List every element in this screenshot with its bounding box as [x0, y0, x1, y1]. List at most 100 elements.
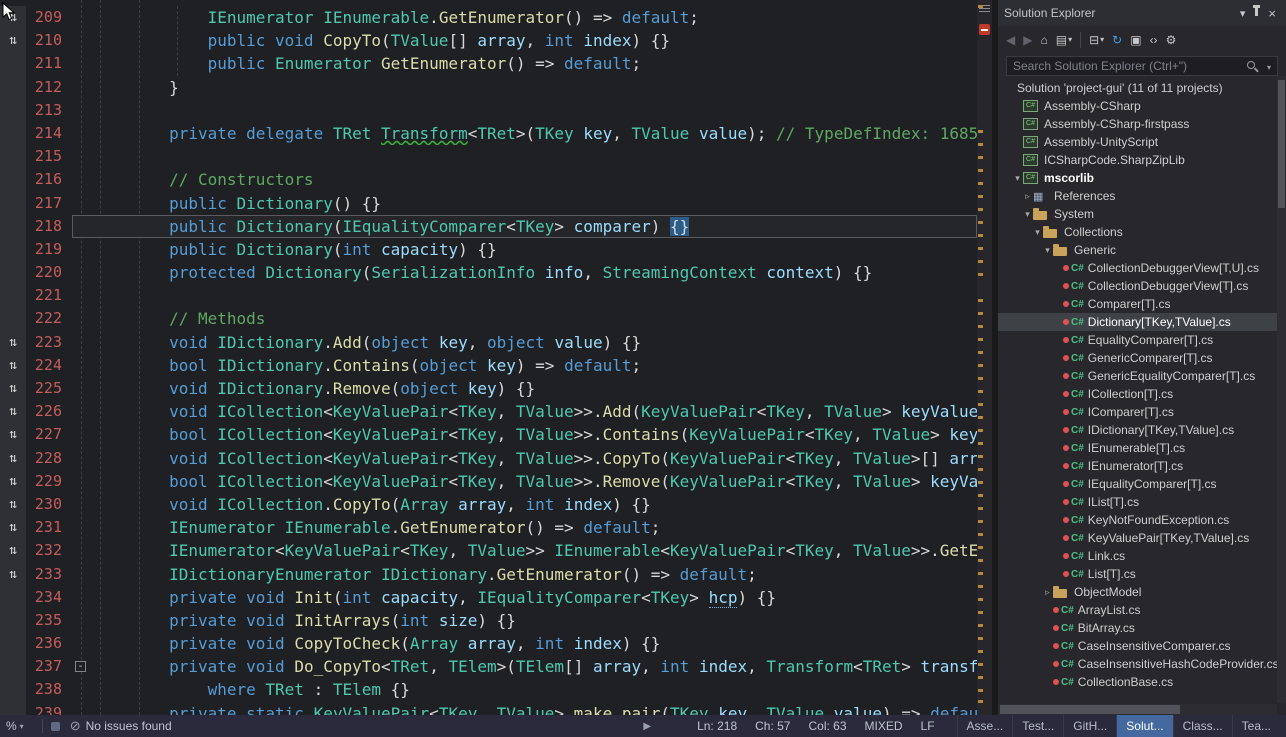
eol-indicator[interactable]: LF: [921, 719, 935, 733]
status-tab-tea[interactable]: Tea...: [1232, 715, 1280, 737]
status-tab-test[interactable]: Test...: [1012, 715, 1063, 737]
play-icon[interactable]: ▶: [643, 721, 651, 732]
tree-item-collectiondebuggerview-t-cs[interactable]: C#CollectionDebuggerView[T].cs: [998, 277, 1277, 295]
pin-button[interactable]: [1249, 7, 1264, 19]
scrollbar-thumb[interactable]: [1000, 705, 1180, 714]
close-icon[interactable]: ×: [1264, 6, 1280, 21]
chevron-collapsed-icon[interactable]: ▹: [1042, 587, 1053, 598]
code-line[interactable]: 217 public Dictionary() {}: [0, 192, 977, 215]
tree-item-ienumerable-t-cs[interactable]: C#IEnumerable[T].cs: [998, 439, 1277, 457]
code-lines[interactable]: ⇅209 IEnumerator IEnumerable.GetEnumerat…: [0, 6, 977, 715]
implements-icon[interactable]: ⇅: [0, 331, 26, 354]
tree-item-ienumerator-t-cs[interactable]: C#IEnumerator[T].cs: [998, 457, 1277, 475]
tree-item-assembly-unityscript[interactable]: C#Assembly-UnityScript: [998, 133, 1277, 151]
status-tab-class[interactable]: Class...: [1173, 715, 1232, 737]
implements-icon[interactable]: ⇅: [0, 539, 26, 562]
chevron-expanded-icon[interactable]: ▾: [1042, 245, 1053, 256]
code-line[interactable]: 213: [0, 99, 977, 122]
chevron-expanded-icon[interactable]: ▾: [1022, 209, 1033, 220]
tree-item-assembly-csharp[interactable]: C#Assembly-CSharp: [998, 97, 1277, 115]
tree-item-dictionary-tkey-tvalue-cs[interactable]: C#Dictionary[TKey,TValue].cs: [998, 313, 1277, 331]
implements-icon[interactable]: ⇅: [0, 354, 26, 377]
status-tab-gith[interactable]: GitH...: [1063, 715, 1116, 737]
code-line[interactable]: 219 public Dictionary(int capacity) {}: [0, 238, 977, 261]
implements-icon[interactable]: ⇅: [0, 493, 26, 516]
code-line[interactable]: ⇅209 IEnumerator IEnumerable.GetEnumerat…: [0, 6, 977, 29]
editor-vertical-scrollbar[interactable]: [977, 0, 992, 715]
show-all-files-button[interactable]: ▣: [1126, 31, 1145, 49]
implements-icon[interactable]: ⇅: [0, 447, 26, 470]
code-line[interactable]: 214 private delegate TRet Transform<TRet…: [0, 122, 977, 145]
code-line[interactable]: 215: [0, 145, 977, 168]
build-status-icon[interactable]: [51, 722, 60, 731]
tree-item-genericcomparer-t-cs[interactable]: C#GenericComparer[T].cs: [998, 349, 1277, 367]
tree-item-keyvaluepair-tkey-tvalue-cs[interactable]: C#KeyValuePair[TKey,TValue].cs: [998, 529, 1277, 547]
chevron-down-icon[interactable]: ▾: [1267, 63, 1271, 72]
tree-item-icsharpcode-sharpziplib[interactable]: C#ICSharpCode.SharpZipLib: [998, 151, 1277, 169]
tree-item-collections[interactable]: ▾Collections: [998, 223, 1277, 241]
code-line[interactable]: ⇅227 bool ICollection<KeyValuePair<TKey,…: [0, 423, 977, 446]
implements-icon[interactable]: ⇅: [0, 516, 26, 539]
code-line[interactable]: 238 where TRet : TElem {}: [0, 678, 977, 701]
code-line[interactable]: 237- private void Do_CopyTo<TRet, TElem>…: [0, 655, 977, 678]
zoom-control[interactable]: % ▾: [6, 719, 24, 733]
code-line[interactable]: 212 }: [0, 76, 977, 99]
implements-icon[interactable]: ⇅: [0, 400, 26, 423]
chevron-collapsed-icon[interactable]: ▹: [1022, 191, 1033, 202]
encoding-indicator[interactable]: MIXED: [865, 719, 903, 733]
code-line[interactable]: 216 // Constructors: [0, 168, 977, 191]
tree-item-idictionary-tkey-tvalue-cs[interactable]: C#IDictionary[TKey,TValue].cs: [998, 421, 1277, 439]
tree-item-objectmodel[interactable]: ▹ObjectModel: [998, 583, 1277, 601]
tree-item-caseinsensitivehashcodeprovider-cs[interactable]: C#CaseInsensitiveHashCodeProvider.cs: [998, 655, 1277, 673]
status-tab-solut[interactable]: Solut...: [1116, 715, 1172, 737]
code-line[interactable]: ⇅228 void ICollection<KeyValuePair<TKey,…: [0, 447, 977, 470]
code-line[interactable]: ⇅230 void ICollection.CopyTo(Array array…: [0, 493, 977, 516]
tree-item-arraylist-cs[interactable]: C#ArrayList.cs: [998, 601, 1277, 619]
search-box[interactable]: ▾: [1006, 56, 1278, 76]
code-line[interactable]: 236 private void CopyToCheck(Array array…: [0, 632, 977, 655]
code-line[interactable]: ⇅224 bool IDictionary.Contains(object ke…: [0, 354, 977, 377]
code-line[interactable]: 235 private void InitArrays(int size) {}: [0, 609, 977, 632]
document-health-icon[interactable]: [979, 24, 990, 35]
code-line[interactable]: 239 private static KeyValuePair<TKey, TV…: [0, 702, 977, 715]
implements-icon[interactable]: ⇅: [0, 377, 26, 400]
code-line[interactable]: ⇅225 void IDictionary.Remove(object key)…: [0, 377, 977, 400]
scrollbar-thumb[interactable]: [1278, 80, 1285, 208]
code-line[interactable]: ⇅231 IEnumerator IEnumerable.GetEnumerat…: [0, 516, 977, 539]
switch-views-button[interactable]: ▤▾: [1052, 31, 1076, 49]
tree-item-icollection-t-cs[interactable]: C#ICollection[T].cs: [998, 385, 1277, 403]
tree-item-comparer-t-cs[interactable]: C#Comparer[T].cs: [998, 295, 1277, 313]
code-line[interactable]: ⇅226 void ICollection<KeyValuePair<TKey,…: [0, 400, 977, 423]
code-line[interactable]: 211 public Enumerator GetEnumerator() =>…: [0, 52, 977, 75]
search-input[interactable]: [1013, 59, 1237, 73]
char-indicator[interactable]: Ch: 57: [755, 719, 790, 733]
view-code-button[interactable]: ‹›: [1146, 31, 1162, 49]
code-line[interactable]: ⇅232 IEnumerator<KeyValuePair<TKey, TVal…: [0, 539, 977, 562]
tree-item-solution-project-gui-11-of-11-projects[interactable]: Solution 'project-gui' (11 of 11 project…: [998, 79, 1277, 97]
fold-collapse-box[interactable]: -: [75, 661, 86, 672]
code-line[interactable]: 220 protected Dictionary(SerializationIn…: [0, 261, 977, 284]
column-indicator[interactable]: Col: 63: [808, 719, 846, 733]
chevron-expanded-icon[interactable]: ▾: [1032, 227, 1043, 238]
tree-vertical-scrollbar[interactable]: [1277, 76, 1286, 703]
code-editor[interactable]: ⇅209 IEnumerator IEnumerable.GetEnumerat…: [0, 0, 992, 715]
code-line[interactable]: ⇅229 bool ICollection<KeyValuePair<TKey,…: [0, 470, 977, 493]
tree-item-mscorlib[interactable]: ▾C#mscorlib: [998, 169, 1277, 187]
implements-icon[interactable]: ⇅: [0, 29, 26, 52]
tree-item-keynotfoundexception-cs[interactable]: C#KeyNotFoundException.cs: [998, 511, 1277, 529]
forward-button[interactable]: ▶: [1019, 31, 1036, 49]
tree-item-link-cs[interactable]: C#Link.cs: [998, 547, 1277, 565]
implements-icon[interactable]: ⇅: [0, 470, 26, 493]
tree-item-caseinsensitivecomparer-cs[interactable]: C#CaseInsensitiveComparer.cs: [998, 637, 1277, 655]
tree-item-collectionbase-cs[interactable]: C#CollectionBase.cs: [998, 673, 1277, 691]
tree-item-collectiondebuggerview-t-u-cs[interactable]: C#CollectionDebuggerView[T,U].cs: [998, 259, 1277, 277]
tree-item-icomparer-t-cs[interactable]: C#IComparer[T].cs: [998, 403, 1277, 421]
tree-item-list-t-cs[interactable]: C#List[T].cs: [998, 565, 1277, 583]
tree-item-iequalitycomparer-t-cs[interactable]: C#IEqualityComparer[T].cs: [998, 475, 1277, 493]
tree-item-genericequalitycomparer-t-cs[interactable]: C#GenericEqualityComparer[T].cs: [998, 367, 1277, 385]
implements-icon[interactable]: ⇅: [0, 563, 26, 586]
home-button[interactable]: ⌂: [1036, 31, 1051, 49]
tree-item-references[interactable]: ▹▦References: [998, 187, 1277, 205]
back-button[interactable]: ◀: [1002, 31, 1019, 49]
tree-item-assembly-csharp-firstpass[interactable]: C#Assembly-CSharp-firstpass: [998, 115, 1277, 133]
